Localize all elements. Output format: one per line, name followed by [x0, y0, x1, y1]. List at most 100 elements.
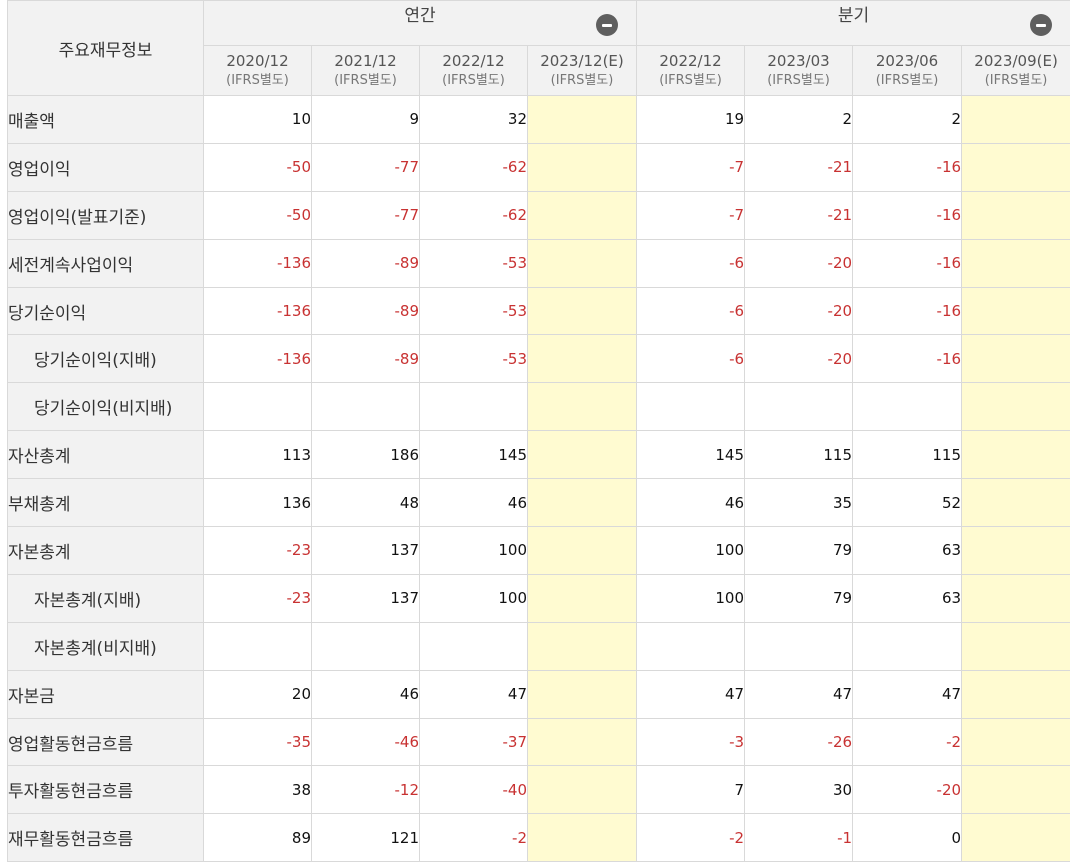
table-cell: -16 [853, 239, 962, 287]
table-row: 매출액109321922 [8, 96, 1070, 144]
table-cell: -20 [853, 766, 962, 814]
table-row: 투자활동현금흐름38-12-40730-20 [8, 766, 1070, 814]
row-label: 재무활동현금흐름 [8, 814, 204, 862]
quarterly-collapse-minus-icon[interactable] [1030, 14, 1052, 36]
table-cell: 47 [853, 670, 962, 718]
column-basis: (IFRS별도) [312, 71, 419, 90]
column-header: 2023/03(IFRS별도) [745, 46, 853, 96]
table-cell: -77 [312, 143, 420, 191]
table-cell [962, 287, 1070, 335]
row-label: 자본금 [8, 670, 204, 718]
table-cell: 79 [745, 574, 853, 622]
table-cell [962, 527, 1070, 575]
table-cell: -16 [853, 287, 962, 335]
column-basis: (IFRS별도) [420, 71, 527, 90]
table-row: 영업이익(발표기준)-50-77-62-7-21-16 [8, 191, 1070, 239]
column-period: 2022/12 [659, 52, 721, 70]
table-cell [528, 191, 637, 239]
column-header: 2023/06(IFRS별도) [853, 46, 962, 96]
table-cell: 46 [312, 670, 420, 718]
table-cell [312, 383, 420, 431]
row-label: 영업이익 [8, 143, 204, 191]
row-label: 세전계속사업이익 [8, 239, 204, 287]
table-cell: 47 [637, 670, 745, 718]
financial-summary-table: 주요재무정보 연간 분기 2020/12(IFRS별도)2021/12(IFRS… [7, 0, 1070, 862]
table-cell: -6 [637, 287, 745, 335]
table-cell [962, 479, 1070, 527]
table-cell: -2 [420, 814, 528, 862]
table-cell: 47 [745, 670, 853, 718]
table-cell: 136 [204, 479, 312, 527]
table-cell: 48 [312, 479, 420, 527]
table-cell [853, 622, 962, 670]
table-cell: -136 [204, 287, 312, 335]
table-cell [420, 383, 528, 431]
column-period: 2023/12(E) [540, 52, 624, 70]
table-cell: 113 [204, 431, 312, 479]
row-label: 투자활동현금흐름 [8, 766, 204, 814]
table-cell [528, 335, 637, 383]
table-cell: -21 [745, 191, 853, 239]
column-basis: (IFRS별도) [962, 71, 1070, 90]
table-cell [528, 143, 637, 191]
table-cell: 100 [637, 574, 745, 622]
table-cell [962, 766, 1070, 814]
table-cell [528, 766, 637, 814]
table-cell: -62 [420, 191, 528, 239]
table-row: 부채총계1364846463552 [8, 479, 1070, 527]
table-cell [745, 383, 853, 431]
table-cell: 79 [745, 527, 853, 575]
table-cell: -77 [312, 191, 420, 239]
table-cell: -7 [637, 191, 745, 239]
table-cell: 186 [312, 431, 420, 479]
table-row: 자산총계113186145145115115 [8, 431, 1070, 479]
table-cell: 46 [637, 479, 745, 527]
table-cell: 0 [853, 814, 962, 862]
table-row: 자본총계-231371001007963 [8, 527, 1070, 575]
table-cell: -35 [204, 718, 312, 766]
table-cell [962, 191, 1070, 239]
table-cell [637, 383, 745, 431]
table-cell: 63 [853, 527, 962, 575]
column-basis: (IFRS별도) [528, 71, 636, 90]
table-cell: -2 [637, 814, 745, 862]
table-cell [962, 718, 1070, 766]
table-cell [962, 143, 1070, 191]
table-row: 재무활동현금흐름89121-2-2-10 [8, 814, 1070, 862]
table-cell [528, 383, 637, 431]
column-header: 2022/12(IFRS별도) [420, 46, 528, 96]
table-cell [204, 622, 312, 670]
table-cell: 145 [637, 431, 745, 479]
table-row: 세전계속사업이익-136-89-53-6-20-16 [8, 239, 1070, 287]
table-row: 당기순이익(지배)-136-89-53-6-20-16 [8, 335, 1070, 383]
annual-group-header: 연간 [204, 1, 637, 46]
row-label: 당기순이익(비지배) [8, 383, 204, 431]
table-cell [528, 96, 637, 144]
table-cell: -3 [637, 718, 745, 766]
column-header: 2021/12(IFRS별도) [312, 46, 420, 96]
table-cell: -53 [420, 335, 528, 383]
table-cell: -53 [420, 239, 528, 287]
table-cell [528, 239, 637, 287]
table-cell: 63 [853, 574, 962, 622]
table-cell: 47 [420, 670, 528, 718]
table-cell [528, 814, 637, 862]
column-basis: (IFRS별도) [853, 71, 961, 90]
table-row: 자본총계(지배)-231371001007963 [8, 574, 1070, 622]
table-cell [528, 574, 637, 622]
table-cell [962, 814, 1070, 862]
table-cell [204, 383, 312, 431]
table-cell [962, 383, 1070, 431]
table-cell [528, 622, 637, 670]
table-cell: -6 [637, 335, 745, 383]
annual-collapse-minus-icon[interactable] [596, 14, 618, 36]
table-cell [312, 622, 420, 670]
column-basis: (IFRS별도) [637, 71, 744, 90]
table-cell: 38 [204, 766, 312, 814]
table-cell [528, 527, 637, 575]
annual-group-label: 연간 [404, 6, 435, 26]
table-cell [528, 287, 637, 335]
table-cell: 115 [853, 431, 962, 479]
table-cell: 35 [745, 479, 853, 527]
column-header: 2020/12(IFRS별도) [204, 46, 312, 96]
